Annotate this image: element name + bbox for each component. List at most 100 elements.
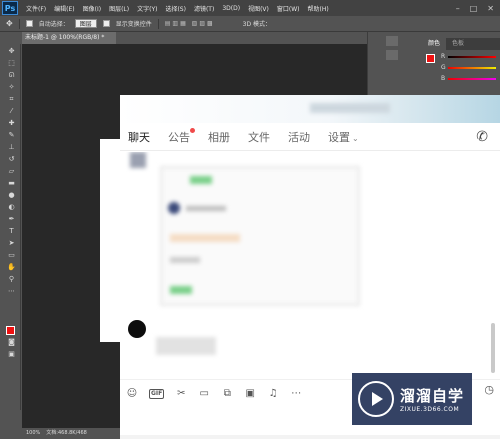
chat-tabs: 聊天 公告 相册 文件 活动 设置 ⌄ ✆ — [120, 123, 500, 151]
menu-file[interactable]: 文件(F) — [26, 4, 46, 13]
tab-settings[interactable]: 设置 ⌄ — [328, 129, 359, 145]
eraser-tool-icon[interactable]: ▱ — [6, 167, 18, 176]
history-clock-icon[interactable]: ◷ — [484, 383, 494, 396]
blur-tool-icon[interactable]: ● — [6, 191, 18, 200]
mode-3d-label: 3D 模式： — [242, 21, 272, 28]
eyedropper-tool-icon[interactable]: ⁄ — [6, 107, 18, 116]
red-slider[interactable] — [448, 56, 496, 58]
options-bar: ✥ 自动选择： 图层 显示变换控件 ▤▥▦ ▧▨▩ 3D 模式： — [0, 16, 500, 32]
tab-swatches[interactable]: 色板 — [446, 38, 470, 50]
history-brush-tool-icon[interactable]: ↺ — [6, 155, 18, 164]
menu-filter[interactable]: 滤镜(T) — [194, 4, 214, 13]
photoshop-logo: Ps — [2, 1, 18, 15]
tools-panel: ✥ ⬚ ᘏ ✧ ⌗ ⁄ ✚ ✎ ⊥ ↺ ▱ ▬ ● ◐ ✒ T ➤ ▭ ✋ ⚲ … — [3, 44, 21, 410]
menu-help[interactable]: 帮助(H) — [308, 4, 329, 13]
avatar — [130, 152, 146, 168]
pen-tool-icon[interactable]: ✒ — [6, 215, 18, 224]
gif-icon[interactable]: GIF — [149, 388, 165, 399]
notification-dot — [190, 127, 195, 133]
menu-image[interactable]: 图像(I) — [83, 4, 101, 13]
document-canvas[interactable] — [100, 139, 122, 342]
zoom-level[interactable]: 100% — [26, 428, 40, 439]
color-panel: R G B — [422, 50, 500, 94]
properties-panel-icon[interactable] — [386, 50, 398, 60]
clone-stamp-tool-icon[interactable]: ⊥ — [6, 143, 18, 152]
foreground-color-swatch[interactable] — [426, 54, 435, 63]
auto-select-dropdown[interactable]: 图层 — [74, 19, 97, 28]
lasso-tool-icon[interactable]: ᘏ — [6, 71, 18, 80]
message-content — [186, 206, 226, 211]
tab-files[interactable]: 文件 — [248, 129, 270, 145]
show-transform-checkbox[interactable] — [102, 20, 110, 27]
magic-wand-tool-icon[interactable]: ✧ — [6, 83, 18, 92]
foreground-color-swatch[interactable] — [6, 326, 15, 335]
image-collection-icon[interactable]: ⧉ — [221, 388, 233, 399]
auto-select-label: 自动选择： — [38, 21, 69, 28]
folder-icon[interactable]: ▭ — [198, 388, 210, 399]
menu-layer[interactable]: 图层(L) — [109, 4, 129, 13]
divider — [157, 18, 159, 29]
watermark-text: 溜溜自学 ZIXUE.3D66.COM — [400, 385, 464, 413]
document-tab[interactable]: 未标题-1 @ 100%(RGB/8) * — [22, 32, 116, 44]
menu-3d[interactable]: 3D(D) — [222, 5, 240, 12]
green-slider[interactable] — [448, 67, 496, 69]
tab-chat[interactable]: 聊天 — [128, 129, 150, 145]
message-content — [170, 257, 200, 263]
slider-label-r: R — [441, 53, 446, 60]
rectangle-tool-icon[interactable]: ▭ — [6, 251, 18, 260]
emoji-icon[interactable]: ☺ — [126, 388, 138, 399]
align-icons[interactable]: ▤▥▦ ▧▨▩ — [165, 20, 215, 27]
watermark: 溜溜自学 ZIXUE.3D66.COM — [352, 373, 472, 425]
type-tool-icon[interactable]: T — [6, 227, 18, 236]
watermark-logo-icon — [358, 381, 394, 417]
path-selection-tool-icon[interactable]: ➤ — [6, 239, 18, 248]
tab-album[interactable]: 相册 — [208, 129, 230, 145]
message-content — [170, 286, 192, 294]
chevron-down-icon: ⌄ — [352, 133, 359, 143]
tab-color[interactable]: 颜色 — [422, 38, 447, 50]
maximize-button[interactable]: □ — [470, 4, 478, 13]
menu-window[interactable]: 窗口(W) — [277, 4, 300, 13]
menu-select[interactable]: 选择(S) — [165, 4, 186, 13]
more-tools-icon[interactable]: ⋯ — [6, 287, 18, 296]
zoom-tool-icon[interactable]: ⚲ — [6, 275, 18, 284]
move-tool-icon[interactable]: ✥ — [6, 19, 13, 28]
auto-select-checkbox[interactable] — [25, 20, 33, 27]
divider — [18, 18, 20, 29]
menu-edit[interactable]: 编辑(E) — [54, 4, 74, 13]
minimize-button[interactable]: – — [456, 4, 460, 13]
healing-brush-tool-icon[interactable]: ✚ — [6, 119, 18, 128]
tab-announcements[interactable]: 公告 — [168, 127, 195, 145]
scissors-icon[interactable]: ✂ — [175, 388, 187, 399]
tab-activities[interactable]: 活动 — [288, 129, 310, 145]
quick-mask-icon[interactable]: ◙ — [6, 338, 18, 347]
phone-call-icon[interactable]: ✆ — [476, 129, 488, 145]
brush-tool-icon[interactable]: ✎ — [6, 131, 18, 140]
blue-slider[interactable] — [448, 78, 496, 80]
scrollbar[interactable] — [491, 323, 495, 373]
crop-tool-icon[interactable]: ⌗ — [6, 95, 18, 104]
move-tool-icon[interactable]: ✥ — [6, 47, 18, 56]
color-panel-header: 颜色 色板 — [422, 38, 500, 50]
status-bar: 100% 文档:468.8K/468 — [22, 428, 132, 439]
screen-mode-icon[interactable]: ▣ — [6, 350, 18, 359]
watermark-name: 溜溜自学 — [400, 387, 465, 405]
marquee-tool-icon[interactable]: ⬚ — [6, 59, 18, 68]
close-button[interactable]: ✕ — [487, 4, 494, 13]
gradient-tool-icon[interactable]: ▬ — [6, 179, 18, 188]
message-content — [156, 337, 216, 355]
picture-icon[interactable]: ▣ — [244, 388, 256, 399]
history-panel-icon[interactable] — [386, 36, 398, 46]
more-icon[interactable]: ⋯ — [290, 388, 302, 399]
message-content — [170, 234, 240, 242]
watermark-url: ZIXUE.3D66.COM — [400, 406, 460, 413]
avatar — [128, 320, 146, 338]
dodge-tool-icon[interactable]: ◐ — [6, 203, 18, 212]
hand-tool-icon[interactable]: ✋ — [6, 263, 18, 272]
menu-view[interactable]: 视图(V) — [248, 4, 269, 13]
menu-type[interactable]: 文字(Y) — [137, 4, 157, 13]
menu-bar: Ps 文件(F) 编辑(E) 图像(I) 图层(L) 文字(Y) 选择(S) 滤… — [0, 0, 500, 16]
slider-label-g: G — [441, 64, 446, 71]
bell-icon[interactable]: ♫ — [267, 388, 279, 399]
message-list[interactable] — [120, 152, 500, 374]
